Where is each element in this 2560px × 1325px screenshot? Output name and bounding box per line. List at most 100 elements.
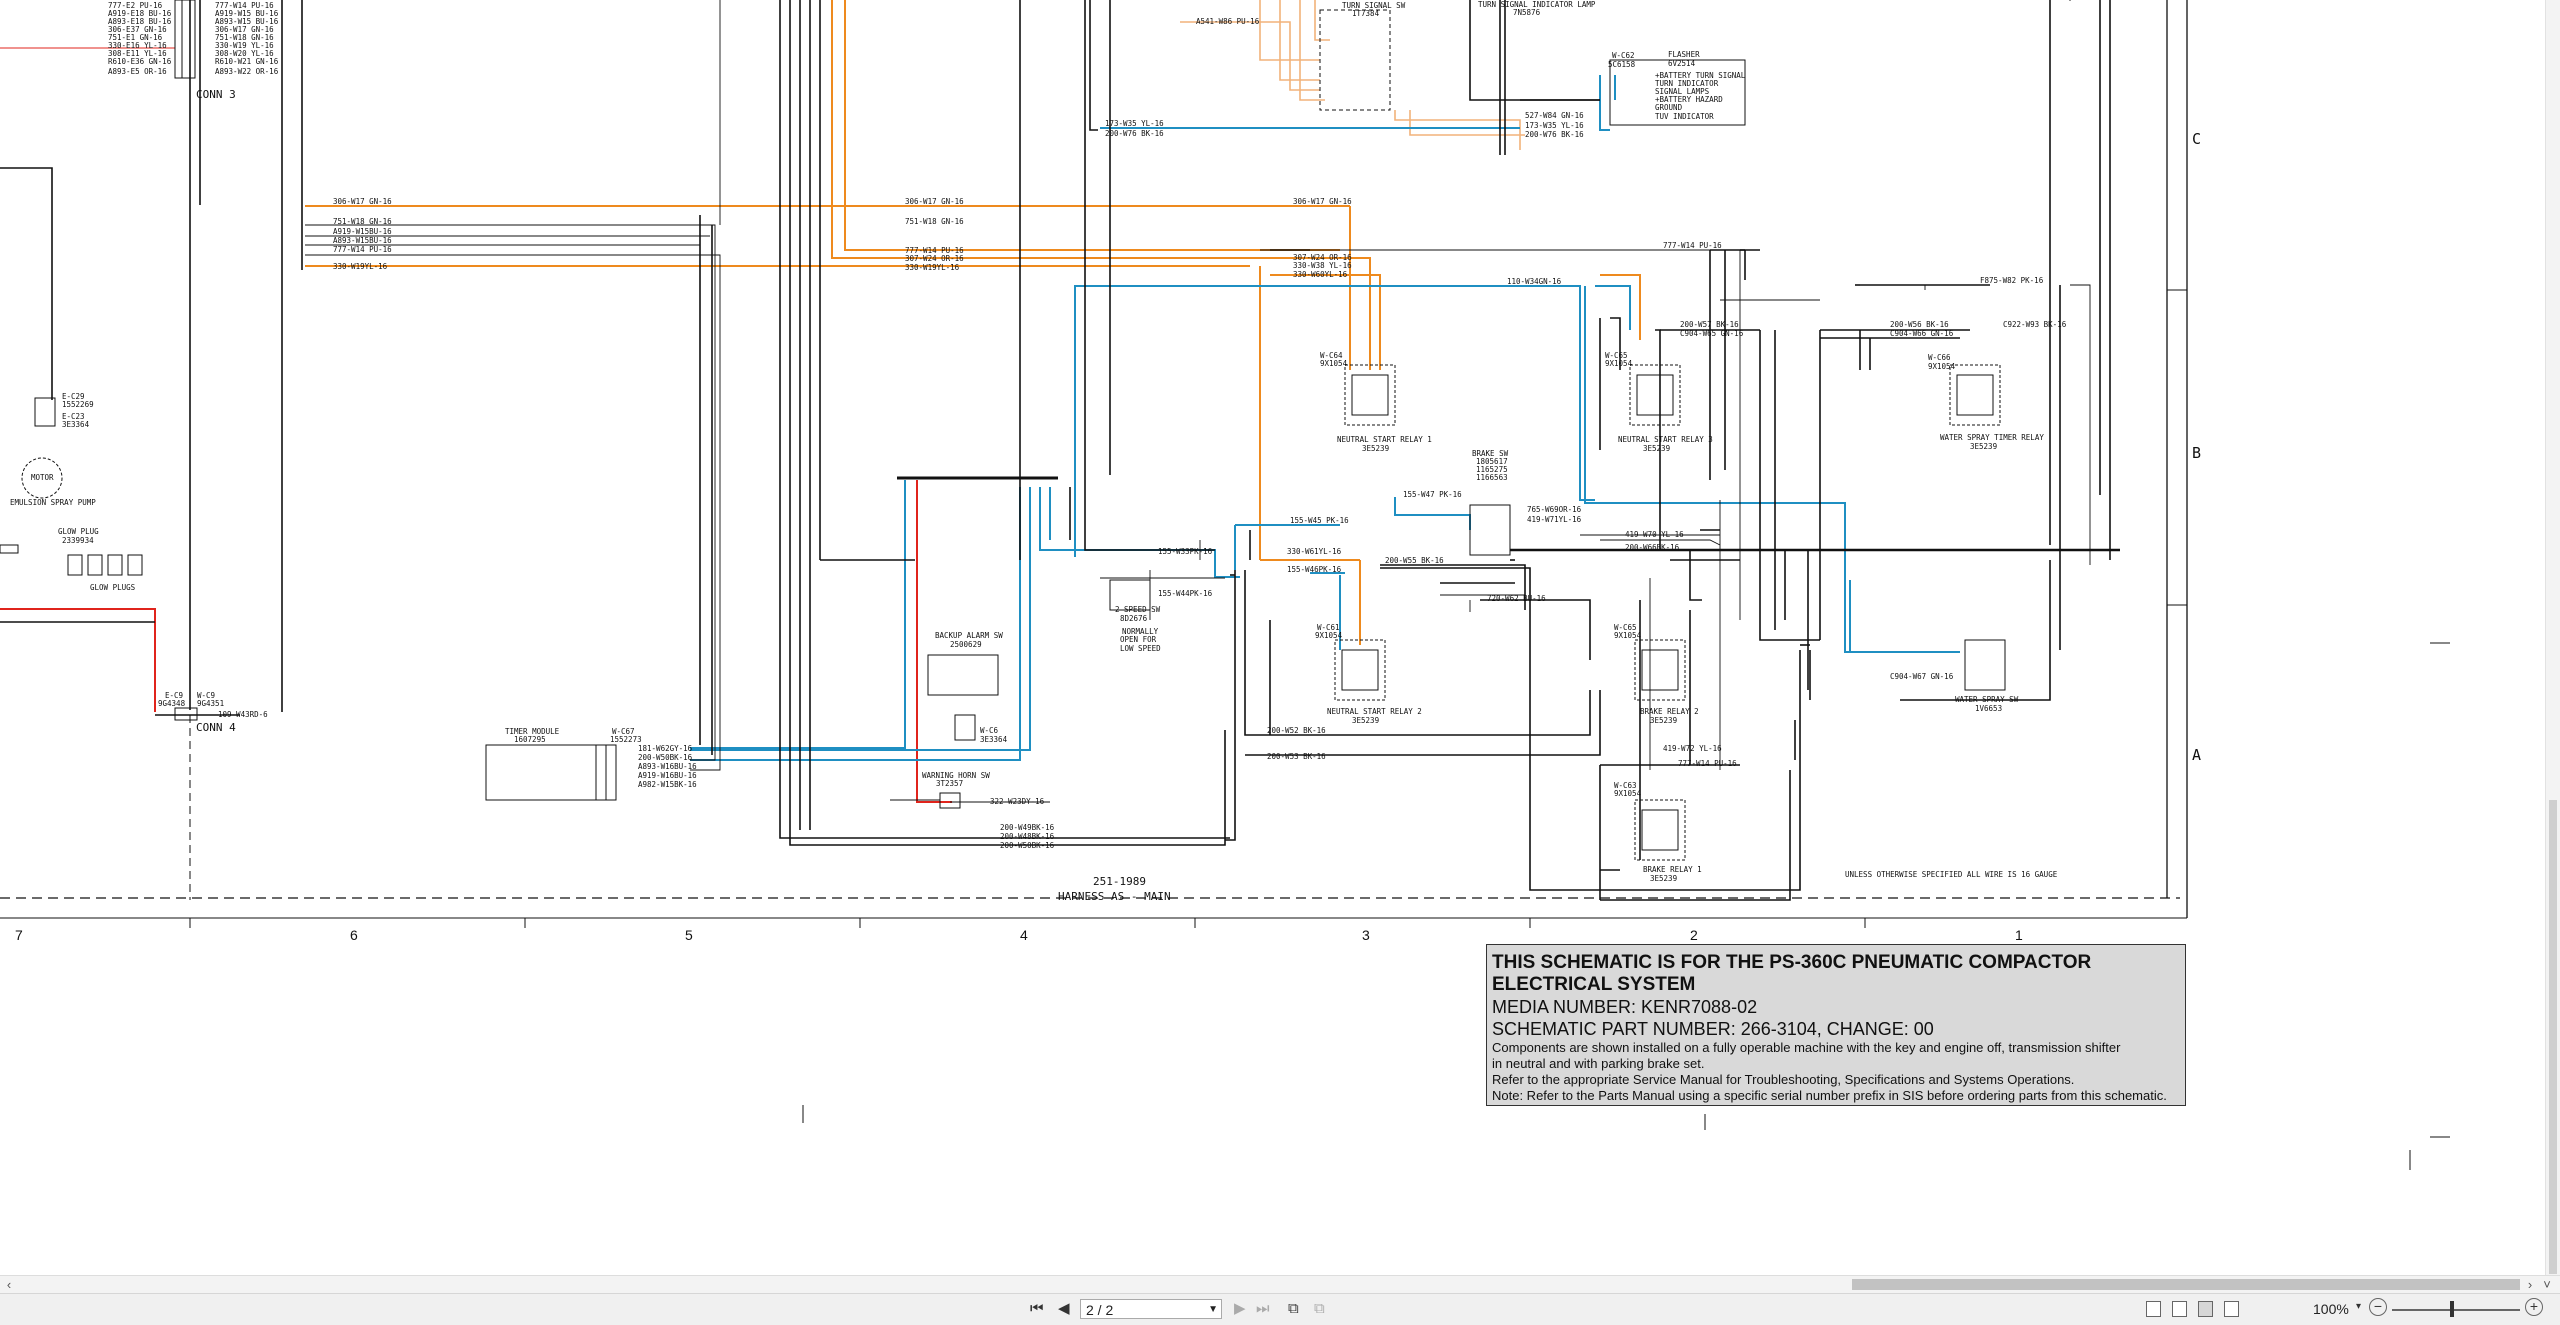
two-page-icon[interactable]: ⧉ bbox=[1314, 1300, 1325, 1318]
wire-label: 330-W61YL-16 bbox=[1287, 547, 1342, 556]
schematic-part-number: SCHEMATIC PART NUMBER: 266-3104, CHANGE:… bbox=[1492, 1019, 1934, 1039]
conn3-block bbox=[174, 0, 198, 900]
wire-label: C904-W65 GN-16 bbox=[1680, 329, 1744, 338]
thin-wires bbox=[305, 0, 2091, 803]
component-label: 3E5239 bbox=[1650, 874, 1677, 883]
component-label: WATER SPRAY SW bbox=[1955, 695, 2019, 704]
component-label: 9G4351 bbox=[197, 699, 224, 708]
wire-label: 200-W48BK-16 bbox=[1000, 832, 1055, 841]
zone-row-A: A bbox=[2192, 746, 2201, 764]
status-bar: ⏮ ◀ 2 / 2 ▼ ▶ ⏭ ⧉ ⧉ 100% ▾ − + bbox=[0, 1293, 2560, 1325]
main-wire-labels: 306-W17 GN-16 751-W18 GN-16 A919-W15BU-1… bbox=[333, 197, 1722, 286]
chevron-down-icon[interactable]: ▼ bbox=[1208, 1300, 1218, 1320]
wire-label: 200-W52 BK-16 bbox=[1267, 726, 1326, 735]
wire-label: A893-E5 OR-16 bbox=[108, 67, 167, 76]
component-label: 3E5239 bbox=[1970, 442, 1997, 451]
zoom-slider-thumb[interactable] bbox=[2450, 1301, 2454, 1317]
wire-gauge-note: UNLESS OTHERWISE SPECIFIED ALL WIRE IS 1… bbox=[1845, 870, 2058, 879]
facing-view-icon[interactable] bbox=[2198, 1301, 2213, 1317]
wire-label: 155-W33PK-16 bbox=[1158, 547, 1213, 556]
component-label: 9X1054 bbox=[1315, 631, 1343, 640]
component-label: 3E5239 bbox=[1643, 444, 1670, 453]
vertical-scroll-thumb[interactable] bbox=[2549, 800, 2557, 1274]
wire-label: 173-W35 YL-16 bbox=[1525, 121, 1584, 130]
wire-label: F875-W82 PK-16 bbox=[1980, 276, 2044, 285]
last-page-icon[interactable]: ⏭ bbox=[1256, 1300, 1270, 1318]
conn3-wire-labels: 777-E2 PU-16 A919-E18 BU-16 A893-E18 BU-… bbox=[108, 1, 279, 719]
first-page-icon[interactable]: ⏮ bbox=[1030, 1300, 1044, 1318]
wire-label: C904-W67 GN-16 bbox=[1890, 672, 1954, 681]
orange-wires bbox=[305, 0, 1641, 645]
wire-label: R610-E36 GN-16 bbox=[108, 57, 172, 66]
document-viewer[interactable]: C B A 7 6 5 4 3 2 1 CONN 3 CONN 4 777-E2… bbox=[0, 0, 2545, 1275]
component-label: 9X1054 bbox=[1605, 359, 1633, 368]
zoom-in-icon[interactable]: + bbox=[2525, 1298, 2543, 1316]
wire-label: 777-W14 PU-16 bbox=[333, 245, 392, 254]
zone-col-4: 4 bbox=[1020, 927, 1028, 943]
wire-label: 419-W70 YL-16 bbox=[1625, 530, 1684, 539]
next-page-icon[interactable]: ▶ bbox=[1234, 1300, 1246, 1318]
continuous-view-icon[interactable] bbox=[2172, 1301, 2187, 1317]
wire-label: 777-W14 PU-16 bbox=[1678, 759, 1737, 768]
component-label: FLASHER bbox=[1668, 50, 1700, 59]
component-label: 3E3364 bbox=[62, 420, 90, 429]
black-wires bbox=[0, 0, 2120, 901]
component-label: GROUND bbox=[1655, 103, 1683, 112]
component-label: EMULSION SPRAY PUMP bbox=[10, 498, 96, 507]
wire-label: 200-W53 BK-16 bbox=[1267, 752, 1326, 761]
horizontal-scrollbar[interactable]: ‹ › ˅ bbox=[0, 1275, 2560, 1294]
component-label: 2 SPEED SW bbox=[1115, 605, 1161, 614]
wire-label: 322-W23DY-16 bbox=[990, 797, 1045, 806]
note-line-3: Refer to the appropriate Service Manual … bbox=[1492, 1072, 2075, 1087]
component-label: 9G4348 bbox=[158, 699, 186, 708]
component-label: 8D2676 bbox=[1120, 614, 1148, 623]
media-number: MEDIA NUMBER: KENR7088-02 bbox=[1492, 997, 1758, 1017]
wire-label: 200-W49BK-16 bbox=[1000, 823, 1055, 832]
zone-col-6: 6 bbox=[350, 927, 358, 943]
component-label: BRAKE RELAY 2 bbox=[1640, 707, 1699, 716]
page-number-input[interactable]: 2 / 2 ▼ bbox=[1080, 1299, 1222, 1319]
wire-label: 200-W76 BK-16 bbox=[1525, 130, 1584, 139]
blue-wires bbox=[690, 75, 1960, 761]
component-label: 1166563 bbox=[1476, 473, 1508, 482]
scroll-view-icon[interactable] bbox=[2224, 1301, 2239, 1317]
wire-label: A541-W86 PU-16 bbox=[1196, 17, 1260, 26]
component-label: 2339934 bbox=[62, 536, 94, 545]
wire-label: 155-W47 PK-16 bbox=[1403, 490, 1462, 499]
component-label: 6V2514 bbox=[1668, 59, 1696, 68]
wire-label: C922-W93 BK-16 bbox=[2003, 320, 2067, 329]
prev-page-icon[interactable]: ◀ bbox=[1058, 1300, 1070, 1318]
wire-label: 777-W14 PU-16 bbox=[1663, 241, 1722, 250]
component-label: 9X1054 bbox=[1614, 631, 1642, 640]
component-label: 1607295 bbox=[514, 735, 546, 744]
zoom-slider[interactable] bbox=[2392, 1309, 2520, 1311]
wire-label: 200-W55 BK-16 bbox=[1385, 556, 1444, 565]
wire-label: R610-W21 GN-16 bbox=[215, 57, 279, 66]
zoom-level[interactable]: 100% bbox=[2313, 1301, 2349, 1317]
vertical-scrollbar[interactable] bbox=[2545, 0, 2560, 1275]
horizontal-scroll-thumb[interactable] bbox=[1852, 1279, 2520, 1290]
scroll-left-icon[interactable]: ‹ bbox=[2, 1277, 16, 1292]
scroll-right-icon[interactable]: › bbox=[2523, 1277, 2537, 1292]
note-line-2: in neutral and with parking brake set. bbox=[1492, 1056, 1705, 1071]
component-label: 3E3364 bbox=[980, 735, 1008, 744]
component-label: 3E5239 bbox=[1362, 444, 1389, 453]
component-label: WATER SPRAY TIMER RELAY bbox=[1940, 433, 2044, 442]
component-label: 9X1054 bbox=[1614, 789, 1642, 798]
title-line-1: THIS SCHEMATIC IS FOR THE PS-360C PNEUMA… bbox=[1492, 952, 2092, 973]
wire-label: 110-W34GN-16 bbox=[1507, 277, 1562, 286]
title-block: THIS SCHEMATIC IS FOR THE PS-360C PNEUMA… bbox=[1486, 944, 2186, 1106]
zoom-dropdown-icon[interactable]: ▾ bbox=[2356, 1301, 2361, 1312]
page-number-value: 2 / 2 bbox=[1086, 1302, 1114, 1318]
wire-label: 765-W69OR-16 bbox=[1527, 505, 1582, 514]
wire-label: 751-W18 GN-16 bbox=[333, 217, 392, 226]
rotate-icon[interactable]: ⧉ bbox=[1288, 1300, 1299, 1318]
component-label: 3T2357 bbox=[936, 779, 963, 788]
wire-label: 200-W57 BK-16 bbox=[1680, 320, 1739, 329]
component-label: 3E5239 bbox=[1650, 716, 1677, 725]
wire-label: 173-W35 YL-16 bbox=[1105, 119, 1164, 128]
single-page-view-icon[interactable] bbox=[2146, 1301, 2161, 1317]
zoom-out-icon[interactable]: − bbox=[2369, 1298, 2387, 1316]
component-label: BRAKE RELAY 1 bbox=[1643, 865, 1702, 874]
scroll-down-icon[interactable]: ˅ bbox=[2540, 1277, 2554, 1292]
